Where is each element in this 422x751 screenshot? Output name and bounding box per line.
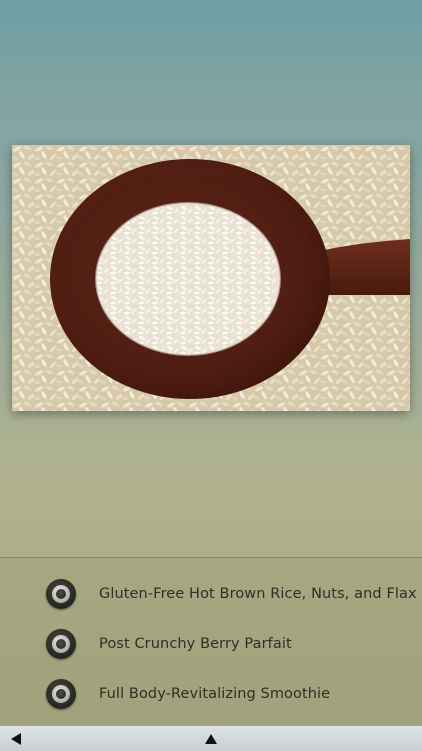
menu-item-label: Gluten-Free Hot Brown Rice, Nuts, and Fl… xyxy=(99,586,417,602)
radio-button-icon[interactable] xyxy=(46,629,76,659)
triangle-up-icon xyxy=(205,733,217,744)
menu-item-label: Post Crunchy Berry Parfait xyxy=(99,636,292,652)
rice-photo-illustration xyxy=(12,145,410,411)
menu-item-label: Full Body-Revitalizing Smoothie xyxy=(99,686,331,702)
radio-button-icon[interactable] xyxy=(46,579,76,609)
radio-button-icon[interactable] xyxy=(46,679,76,709)
menu-item-gluten-free-hot-brown-rice[interactable]: Gluten-Free Hot Brown Rice, Nuts, and Fl… xyxy=(0,569,422,619)
rice-spoon-photo xyxy=(12,145,410,411)
menu-item-post-crunchy-berry-parfait[interactable]: Post Crunchy Berry Parfait xyxy=(0,619,422,669)
triangle-left-icon xyxy=(11,732,21,745)
up-button[interactable] xyxy=(191,726,231,751)
recipe-menu: Gluten-Free Hot Brown Rice, Nuts, and Fl… xyxy=(0,557,422,726)
menu-item-full-body-revitalizing-smoothie[interactable]: Full Body-Revitalizing Smoothie xyxy=(0,669,422,719)
back-button[interactable] xyxy=(0,726,36,751)
bottom-toolbar xyxy=(0,725,422,751)
